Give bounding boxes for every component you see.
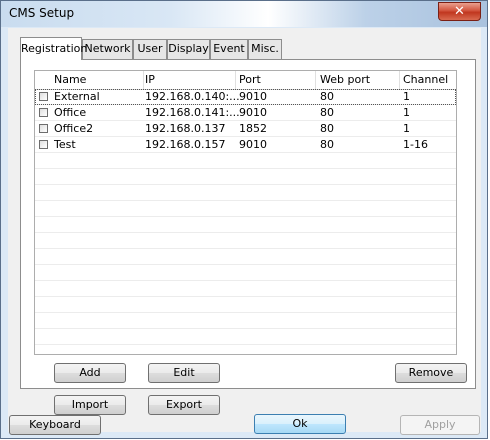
tab-registration[interactable]: Registration <box>20 37 87 60</box>
cell-channel: 1 <box>403 122 410 135</box>
row-checkbox[interactable] <box>39 108 48 117</box>
keyboard-button-label: Keyboard <box>29 418 81 431</box>
remove-button-label: Remove <box>408 366 454 379</box>
cell-name: Test <box>54 138 76 151</box>
keyboard-button[interactable]: Keyboard <box>9 415 101 435</box>
cell-web-port: 80 <box>320 122 334 135</box>
cell-port: 9010 <box>239 90 267 103</box>
table-row[interactable]: Test 192.168.0.157 9010 80 1-16 <box>35 137 456 153</box>
column-divider[interactable] <box>143 71 144 89</box>
column-divider[interactable] <box>315 71 316 89</box>
cell-port: 1852 <box>239 122 267 135</box>
add-button[interactable]: Add <box>54 363 126 383</box>
column-divider[interactable] <box>235 71 236 89</box>
cell-port: 9010 <box>239 138 267 151</box>
tab-event[interactable]: Event <box>210 39 248 59</box>
ok-button-label: Ok <box>292 417 308 430</box>
title-bar[interactable]: CMS Setup ✕ <box>1 1 487 27</box>
tab-user[interactable]: User <box>133 39 167 59</box>
tab-network[interactable]: Network <box>82 39 133 59</box>
cell-web-port: 80 <box>320 90 334 103</box>
row-checkbox[interactable] <box>39 124 48 133</box>
remove-button[interactable]: Remove <box>395 363 467 383</box>
cell-name: External <box>54 90 100 103</box>
apply-button-label: Apply <box>424 418 456 431</box>
apply-button[interactable]: Apply <box>400 415 480 435</box>
tab-misc[interactable]: Misc. <box>248 39 282 59</box>
cell-channel: 1 <box>403 90 410 103</box>
table-row[interactable]: External 192.168.0.140:... 9010 80 1 <box>35 89 456 105</box>
window-title: CMS Setup <box>9 6 75 20</box>
add-button-label: Add <box>79 366 101 379</box>
close-button[interactable]: ✕ <box>438 2 481 21</box>
cell-port: 9010 <box>239 106 267 119</box>
device-list[interactable]: Name IP Port Web port Channel External 1… <box>34 70 457 355</box>
close-icon: ✕ <box>454 4 465 19</box>
row-checkbox[interactable] <box>39 92 48 101</box>
cell-channel: 1 <box>403 106 410 119</box>
list-header: Name IP Port Web port Channel <box>35 71 456 90</box>
cell-web-port: 80 <box>320 106 334 119</box>
import-button[interactable]: Import <box>54 395 126 415</box>
column-header-port[interactable]: Port <box>239 73 261 86</box>
export-button-label: Export <box>165 398 202 411</box>
import-button-label: Import <box>71 398 109 411</box>
cms-setup-window: CMS Setup ✕ Registration Network User Di… <box>0 0 488 439</box>
cell-name: Office2 <box>54 122 94 135</box>
cell-ip: 192.168.0.157 <box>145 138 226 151</box>
table-row[interactable]: Office 192.168.0.141:... 9010 80 1 <box>35 105 456 121</box>
column-header-web-port[interactable]: Web port <box>320 73 370 86</box>
cell-channel: 1-16 <box>403 138 428 151</box>
cell-web-port: 80 <box>320 138 334 151</box>
table-row[interactable]: Office2 192.168.0.137 1852 80 1 <box>35 121 456 137</box>
registration-panel: Name IP Port Web port Channel External 1… <box>20 59 476 415</box>
edit-button[interactable]: Edit <box>148 363 220 383</box>
ok-button[interactable]: Ok <box>254 414 346 434</box>
cell-name: Office <box>54 106 87 119</box>
tab-display[interactable]: Display <box>167 39 210 59</box>
cell-ip: 192.168.0.141:... <box>145 106 240 119</box>
cell-ip: 192.168.0.140:... <box>145 90 240 103</box>
column-header-channel[interactable]: Channel <box>403 73 448 86</box>
column-header-ip[interactable]: IP <box>145 73 155 86</box>
edit-button-label: Edit <box>173 366 195 379</box>
cell-ip: 192.168.0.137 <box>145 122 226 135</box>
column-divider[interactable] <box>399 71 400 89</box>
export-button[interactable]: Export <box>148 395 220 415</box>
dialog-body: Registration Network User Display Event … <box>8 28 481 435</box>
row-checkbox[interactable] <box>39 140 48 149</box>
column-header-name[interactable]: Name <box>54 73 86 86</box>
